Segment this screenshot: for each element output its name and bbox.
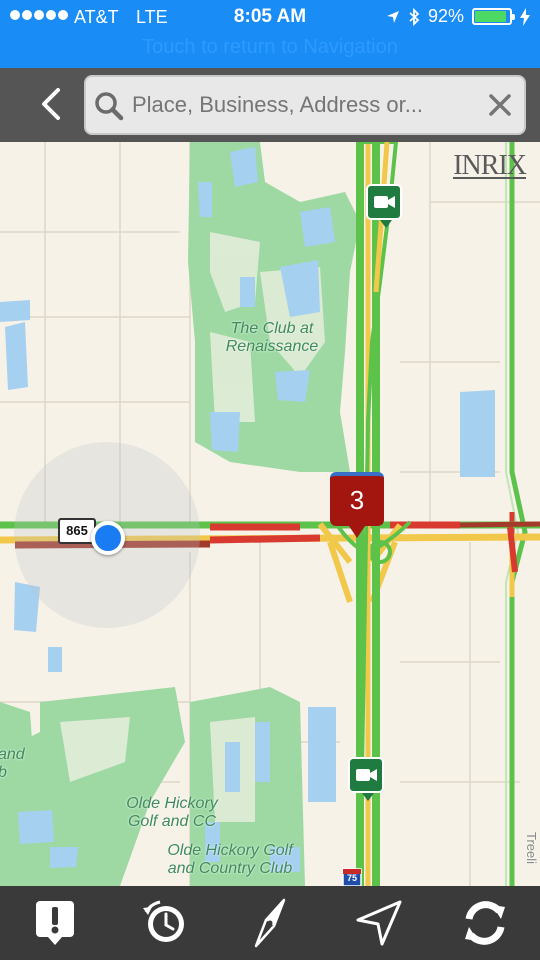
search-header [0,68,540,142]
video-camera-icon [374,196,395,208]
compass-icon [254,898,286,948]
compass-button[interactable] [243,896,297,950]
traffic-map[interactable]: INRIX The Club at Renaissance Olde Hicko… [0,142,540,886]
history-clock-icon [143,900,184,942]
search-input[interactable] [132,77,472,133]
bottom-toolbar [0,886,540,960]
battery-percent: 92% [427,6,464,26]
map-label-olde-hickory-club: Olde Hickory Golf and Country Club [167,842,293,877]
clear-search-icon[interactable] [486,91,514,119]
traffic-camera-marker[interactable] [348,757,384,801]
chevron-left-icon [42,88,60,120]
video-camera-icon [356,769,377,781]
history-button[interactable] [138,896,192,950]
map-label-olde-hickory-cc: Olde Hickory Golf and CC [126,795,218,830]
interstate-shield-number: 75 [346,873,357,883]
refresh-icon [465,901,505,945]
return-to-navigation-banner[interactable]: Touch to return to Navigation [0,36,540,59]
current-location-marker[interactable] [91,521,125,555]
navigate-arrow-icon [356,900,402,946]
alert-icon [36,901,74,945]
bluetooth-icon [409,7,420,26]
map-label-partial: and b [0,746,25,781]
battery-icon [472,8,515,25]
traffic-camera-marker[interactable] [366,184,402,228]
report-incident-button[interactable] [28,896,82,950]
map-label-side-road: Treeli [524,832,539,865]
status-bar[interactable]: AT&T LTE 8:05 AM 92% Touch to return to … [0,0,540,68]
navigate-button[interactable] [352,896,406,950]
refresh-button[interactable] [458,896,512,950]
search-icon [95,92,124,121]
search-field[interactable] [84,75,526,135]
location-services-icon [386,10,399,23]
charging-bolt-icon [520,7,530,26]
back-button[interactable] [30,84,70,124]
map-label-club-renaissance: The Club at Renaissance [225,320,319,355]
inrix-logo: INRIX [453,150,527,181]
incident-cluster-marker[interactable]: 3 [330,472,384,538]
